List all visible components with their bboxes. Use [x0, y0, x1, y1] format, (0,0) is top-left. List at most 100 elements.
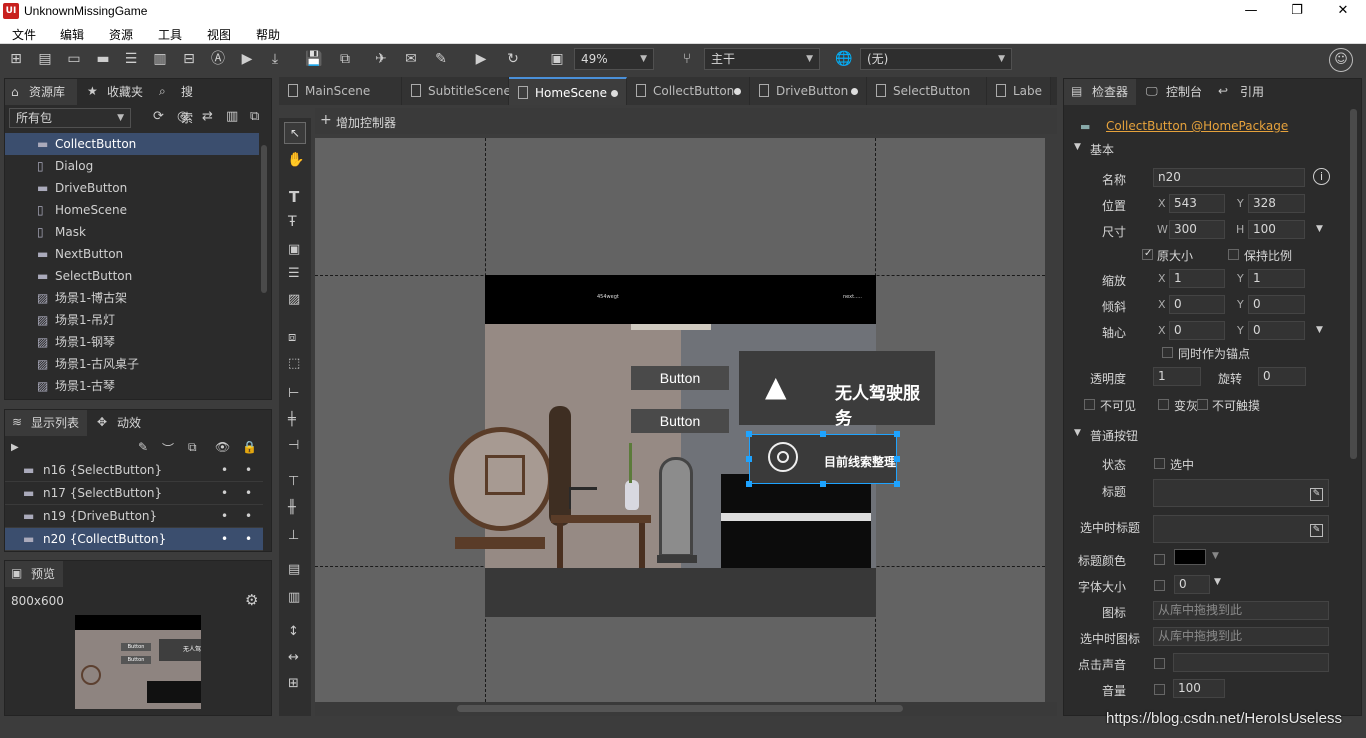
text-tool-icon[interactable]: T [289, 188, 299, 206]
name-input[interactable]: n20 [1153, 168, 1305, 187]
align-bottom-icon[interactable]: ⊥ [288, 528, 299, 543]
w-input[interactable]: 300 [1169, 220, 1225, 239]
visibility-toggle[interactable]: • [221, 482, 228, 504]
grayed-checkbox[interactable] [1158, 399, 1169, 410]
swap-icon[interactable]: ⇄ [202, 109, 213, 124]
save-all-icon[interactable]: ⧉ [336, 50, 354, 68]
new-button-icon[interactable]: ▭ [65, 50, 83, 68]
hand-tool-icon[interactable]: ✋ [287, 152, 304, 168]
zoom-select[interactable]: 49% ▼ [574, 48, 654, 70]
click-sound-input[interactable] [1173, 653, 1329, 672]
minimize-button[interactable]: — [1228, 0, 1274, 23]
align-middle-icon[interactable]: ╫ [288, 500, 296, 515]
library-item[interactable]: ▨ 场景1-钢琴 [5, 331, 259, 353]
menu-view[interactable]: 视图 [207, 26, 231, 43]
editor-tab[interactable]: MainScene [279, 77, 402, 105]
locate-icon[interactable]: ◎ [177, 109, 188, 124]
lock-toggle[interactable]: • [245, 459, 252, 481]
pencil-icon[interactable]: ✎ [138, 440, 148, 454]
display-list-row[interactable]: ▬ n16 {SelectButton} • • [5, 459, 263, 482]
rich-text-tool-icon[interactable]: Ŧ [288, 214, 297, 230]
publish-icon[interactable]: ✈ [372, 50, 390, 68]
menu-resources[interactable]: 资源 [109, 26, 133, 43]
state-selected-checkbox[interactable] [1154, 458, 1165, 469]
also-anchor-checkbox[interactable] [1162, 347, 1173, 358]
font-size-chevron-icon[interactable]: ▼ [1214, 577, 1221, 587]
stage-scrollbar-h[interactable] [457, 705, 903, 712]
lock-toggle[interactable]: • [245, 505, 252, 527]
y-input[interactable]: 328 [1248, 194, 1305, 213]
title-input[interactable] [1153, 479, 1329, 507]
user-icon[interactable]: ☺ [1329, 48, 1353, 72]
close-button[interactable]: ✕ [1320, 0, 1366, 23]
display-icon[interactable]: ▣ [548, 50, 566, 68]
save-icon[interactable]: 💾 [305, 50, 323, 68]
icon-input[interactable]: 从库中拖拽到此 [1153, 601, 1329, 620]
untouchable-checkbox[interactable] [1197, 399, 1208, 410]
new-font-icon[interactable]: Ⓐ [209, 50, 227, 68]
edit-title-icon[interactable]: ✎ [1310, 488, 1323, 501]
distribute-h-icon[interactable]: ▤ [288, 562, 300, 577]
pivot-x-input[interactable]: 0 [1169, 321, 1225, 340]
x-input[interactable]: 543 [1169, 194, 1225, 213]
display-list-row[interactable]: ▬ n20 {CollectButton} • • [5, 528, 263, 551]
language-select[interactable]: (无) ▼ [860, 48, 1012, 70]
copy-icon[interactable]: ⧉ [250, 109, 259, 124]
info-icon[interactable]: i [1313, 168, 1330, 185]
menu-help[interactable]: 帮助 [256, 26, 280, 43]
distribute-v-icon[interactable]: ▥ [288, 590, 300, 605]
package-filter-select[interactable]: 所有包 ▼ [9, 108, 131, 128]
library-item[interactable]: ▬ NextButton [5, 243, 259, 265]
new-component-icon[interactable]: ▤ [36, 50, 54, 68]
settings-gear-icon[interactable]: ⚙ [245, 591, 258, 609]
image-tool-icon[interactable]: ▣ [288, 242, 300, 257]
resize-handle-r[interactable] [894, 456, 900, 462]
refresh-icon[interactable]: ↻ [504, 50, 522, 68]
menu-edit[interactable]: 编辑 [60, 26, 84, 43]
align-left-icon[interactable]: ⊢ [288, 386, 299, 401]
new-package-icon[interactable]: ⊞ [7, 50, 25, 68]
volume-input[interactable]: 100 [1173, 679, 1225, 698]
library-item[interactable]: ▬ DriveButton [5, 177, 259, 199]
split-view-icon[interactable]: ▥ [226, 109, 238, 124]
resize-handle-tl[interactable] [746, 431, 752, 437]
editor-tab[interactable]: SelectButton [867, 77, 987, 105]
align-center-icon[interactable]: ╪ [288, 412, 296, 427]
publish-config-icon[interactable]: ✎ [432, 50, 450, 68]
lock-toggle[interactable]: • [245, 528, 252, 550]
font-size-checkbox[interactable] [1154, 580, 1165, 591]
resize-handle-tr[interactable] [894, 431, 900, 437]
visibility-toggle[interactable]: • [221, 505, 228, 527]
skew-y-input[interactable]: 0 [1248, 295, 1305, 314]
library-item[interactable]: ▨ 场景1-吊灯 [5, 309, 259, 331]
drive-button[interactable]: ▲ 无人驾驶服务 [739, 351, 935, 429]
new-combo-icon[interactable]: ☰ [122, 50, 140, 68]
selected-title-input[interactable] [1153, 515, 1329, 543]
stage-canvas[interactable]: 454wegt next..... Button Button ▲ 无人驾驶服务 [315, 138, 1045, 702]
new-label-icon[interactable]: ▬ [94, 50, 112, 68]
title-color-swatch[interactable] [1174, 549, 1206, 565]
click-sound-checkbox[interactable] [1154, 658, 1165, 669]
library-item[interactable]: ▯ HomeScene [5, 199, 259, 221]
editor-tab[interactable]: SubtitleScene [402, 77, 511, 105]
scene-button-1[interactable]: Button [631, 366, 729, 390]
font-size-input[interactable]: 0 [1174, 575, 1210, 594]
play-icon[interactable]: ▶ [472, 50, 490, 68]
color-chevron-icon[interactable]: ▼ [1212, 551, 1219, 561]
resize-handle-br[interactable] [894, 481, 900, 487]
lock-toggle[interactable]: • [245, 482, 252, 504]
collect-button[interactable]: 目前线索整理 [749, 434, 897, 484]
menu-file[interactable]: 文件 [12, 26, 36, 43]
sync-icon[interactable]: ⟳ [153, 109, 164, 124]
grid-icon[interactable]: ⊞ [288, 676, 299, 691]
size-options-chevron-icon[interactable]: ▼ [1316, 224, 1323, 234]
resize-handle-t[interactable] [820, 431, 826, 437]
pointer-tool-icon[interactable]: ↖ [284, 122, 306, 144]
title-color-checkbox[interactable] [1154, 554, 1165, 565]
library-item[interactable]: ▨ 场景1-古风桌子 [5, 353, 259, 375]
play-small-icon[interactable]: ▶ [11, 442, 19, 453]
inspector-scrollbar[interactable] [1350, 109, 1357, 459]
align-top-icon[interactable]: ⊤ [288, 474, 299, 489]
skew-x-input[interactable]: 0 [1169, 295, 1225, 314]
pivot-options-chevron-icon[interactable]: ▼ [1316, 325, 1323, 335]
